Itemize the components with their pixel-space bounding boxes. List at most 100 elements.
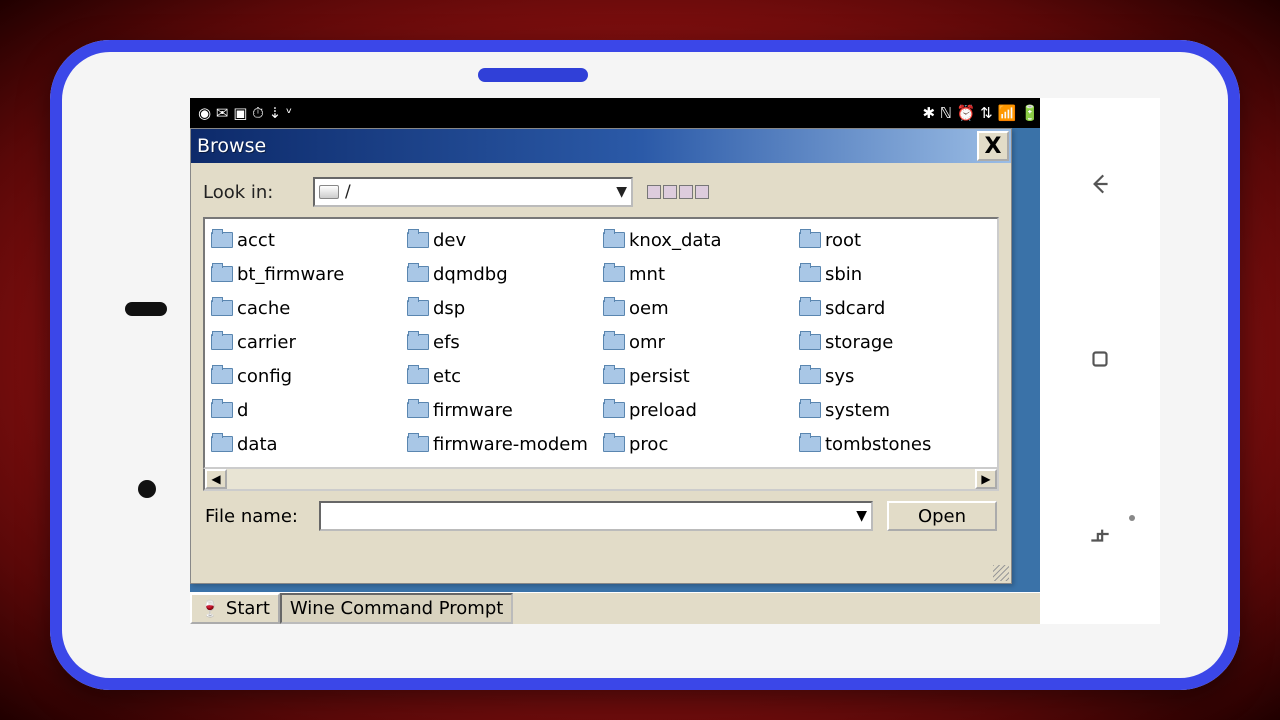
folder-item[interactable]: dev <box>405 223 601 257</box>
phone-camera <box>138 480 156 498</box>
folder-icon <box>407 402 429 418</box>
nav-indicator-dot <box>1129 515 1135 521</box>
folder-label: acct <box>237 230 275 251</box>
folder-label: system <box>825 400 890 421</box>
phone-top-button <box>478 68 588 82</box>
phone-speaker <box>125 302 167 316</box>
folder-item[interactable]: cache <box>209 291 405 325</box>
folder-label: firmware <box>433 400 513 421</box>
triangle-right-icon: ▶ <box>981 472 990 486</box>
folder-item[interactable]: persist <box>601 359 797 393</box>
folder-item[interactable]: efs <box>405 325 601 359</box>
lookin-combo[interactable]: / ▼ <box>313 177 633 207</box>
lookin-label: Look in: <box>203 182 303 203</box>
folder-icon <box>799 436 821 452</box>
folder-item[interactable]: storage <box>797 325 993 359</box>
folder-item[interactable]: sdcard <box>797 291 993 325</box>
scroll-right-button[interactable]: ▶ <box>975 469 997 489</box>
scroll-track[interactable] <box>227 469 975 489</box>
folder-icon <box>603 232 625 248</box>
folder-icon <box>211 300 233 316</box>
folder-label: mnt <box>629 264 665 285</box>
folder-item[interactable]: system <box>797 393 993 427</box>
folder-item[interactable]: dsp <box>405 291 601 325</box>
close-button[interactable]: X <box>977 131 1009 161</box>
folder-label: sdcard <box>825 298 885 319</box>
triangle-left-icon: ◀ <box>211 472 220 486</box>
nav-back-button[interactable] <box>1087 171 1113 201</box>
nav-recents-button[interactable] <box>1087 521 1113 551</box>
folder-label: dev <box>433 230 466 251</box>
folder-label: oem <box>629 298 669 319</box>
folder-icon <box>211 402 233 418</box>
chevron-down-icon: ▼ <box>616 184 627 200</box>
taskbar-item-label: Wine Command Prompt <box>290 598 503 619</box>
filename-combo[interactable]: ▼ <box>319 501 873 531</box>
folder-icon <box>211 334 233 350</box>
folder-item[interactable]: d <box>209 393 405 427</box>
folder-label: cache <box>237 298 290 319</box>
folder-label: preload <box>629 400 697 421</box>
folder-label: d <box>237 400 248 421</box>
view-mode-icons[interactable] <box>647 185 709 199</box>
window-titlebar[interactable]: Browse X <box>191 129 1011 163</box>
folder-label: tombstones <box>825 434 931 455</box>
resize-grip[interactable] <box>993 565 1009 581</box>
folder-icon <box>603 266 625 282</box>
folder-item[interactable]: preload <box>601 393 797 427</box>
folder-item[interactable]: firmware-modem <box>405 427 601 461</box>
folder-item[interactable]: root <box>797 223 993 257</box>
folder-item[interactable]: omr <box>601 325 797 359</box>
folder-item[interactable]: etc <box>405 359 601 393</box>
status-left-icons: ◉ ✉ ▣ ⏱ ⇣ ᵛ <box>198 106 292 121</box>
folder-item[interactable]: dqmdbg <box>405 257 601 291</box>
folder-item[interactable]: sys <box>797 359 993 393</box>
folder-label: knox_data <box>629 230 722 251</box>
folder-item[interactable]: oem <box>601 291 797 325</box>
folder-label: firmware-modem <box>433 434 588 455</box>
folder-icon <box>603 334 625 350</box>
folder-item[interactable]: carrier <box>209 325 405 359</box>
folder-item[interactable]: proc <box>601 427 797 461</box>
folder-item[interactable]: knox_data <box>601 223 797 257</box>
close-icon: X <box>985 134 1002 159</box>
folder-label: omr <box>629 332 665 353</box>
filename-label: File name: <box>205 506 305 527</box>
taskbar-item[interactable]: Wine Command Prompt <box>280 593 513 624</box>
folder-icon <box>799 334 821 350</box>
taskbar: 🍷 Start Wine Command Prompt <box>190 592 1108 624</box>
lookin-path: / <box>345 182 610 202</box>
scroll-left-button[interactable]: ◀ <box>205 469 227 489</box>
folder-icon <box>211 368 233 384</box>
folder-icon <box>407 368 429 384</box>
folder-item[interactable]: tombstones <box>797 427 993 461</box>
folder-label: storage <box>825 332 893 353</box>
folder-icon <box>799 266 821 282</box>
folder-item[interactable]: data <box>209 427 405 461</box>
start-button[interactable]: 🍷 Start <box>190 593 280 624</box>
nav-home-button[interactable] <box>1087 346 1113 376</box>
folder-icon <box>799 402 821 418</box>
folder-item[interactable]: sbin <box>797 257 993 291</box>
file-list-pane[interactable]: acct bt_firmwarecache carrierconfig d data de… <box>203 217 999 469</box>
open-button-label: Open <box>918 506 966 527</box>
wine-icon: 🍷 <box>200 599 220 618</box>
folder-item[interactable]: acct <box>209 223 405 257</box>
folder-item[interactable]: bt_firmware <box>209 257 405 291</box>
folder-icon <box>407 232 429 248</box>
folder-icon <box>211 232 233 248</box>
folder-item[interactable]: mnt <box>601 257 797 291</box>
window-body: Look in: / ▼ acct bt_firmwarecache carrier… <box>191 163 1011 583</box>
folder-item[interactable]: config <box>209 359 405 393</box>
folder-icon <box>799 368 821 384</box>
open-button[interactable]: Open <box>887 501 997 531</box>
folder-label: efs <box>433 332 460 353</box>
folder-icon <box>603 436 625 452</box>
filename-row: File name: ▼ Open <box>203 491 999 531</box>
folder-label: root <box>825 230 861 251</box>
folder-label: bt_firmware <box>237 264 344 285</box>
folder-item[interactable]: firmware <box>405 393 601 427</box>
horizontal-scrollbar[interactable]: ◀ ▶ <box>203 469 999 491</box>
lookin-row: Look in: / ▼ <box>203 173 999 217</box>
folder-icon <box>407 334 429 350</box>
